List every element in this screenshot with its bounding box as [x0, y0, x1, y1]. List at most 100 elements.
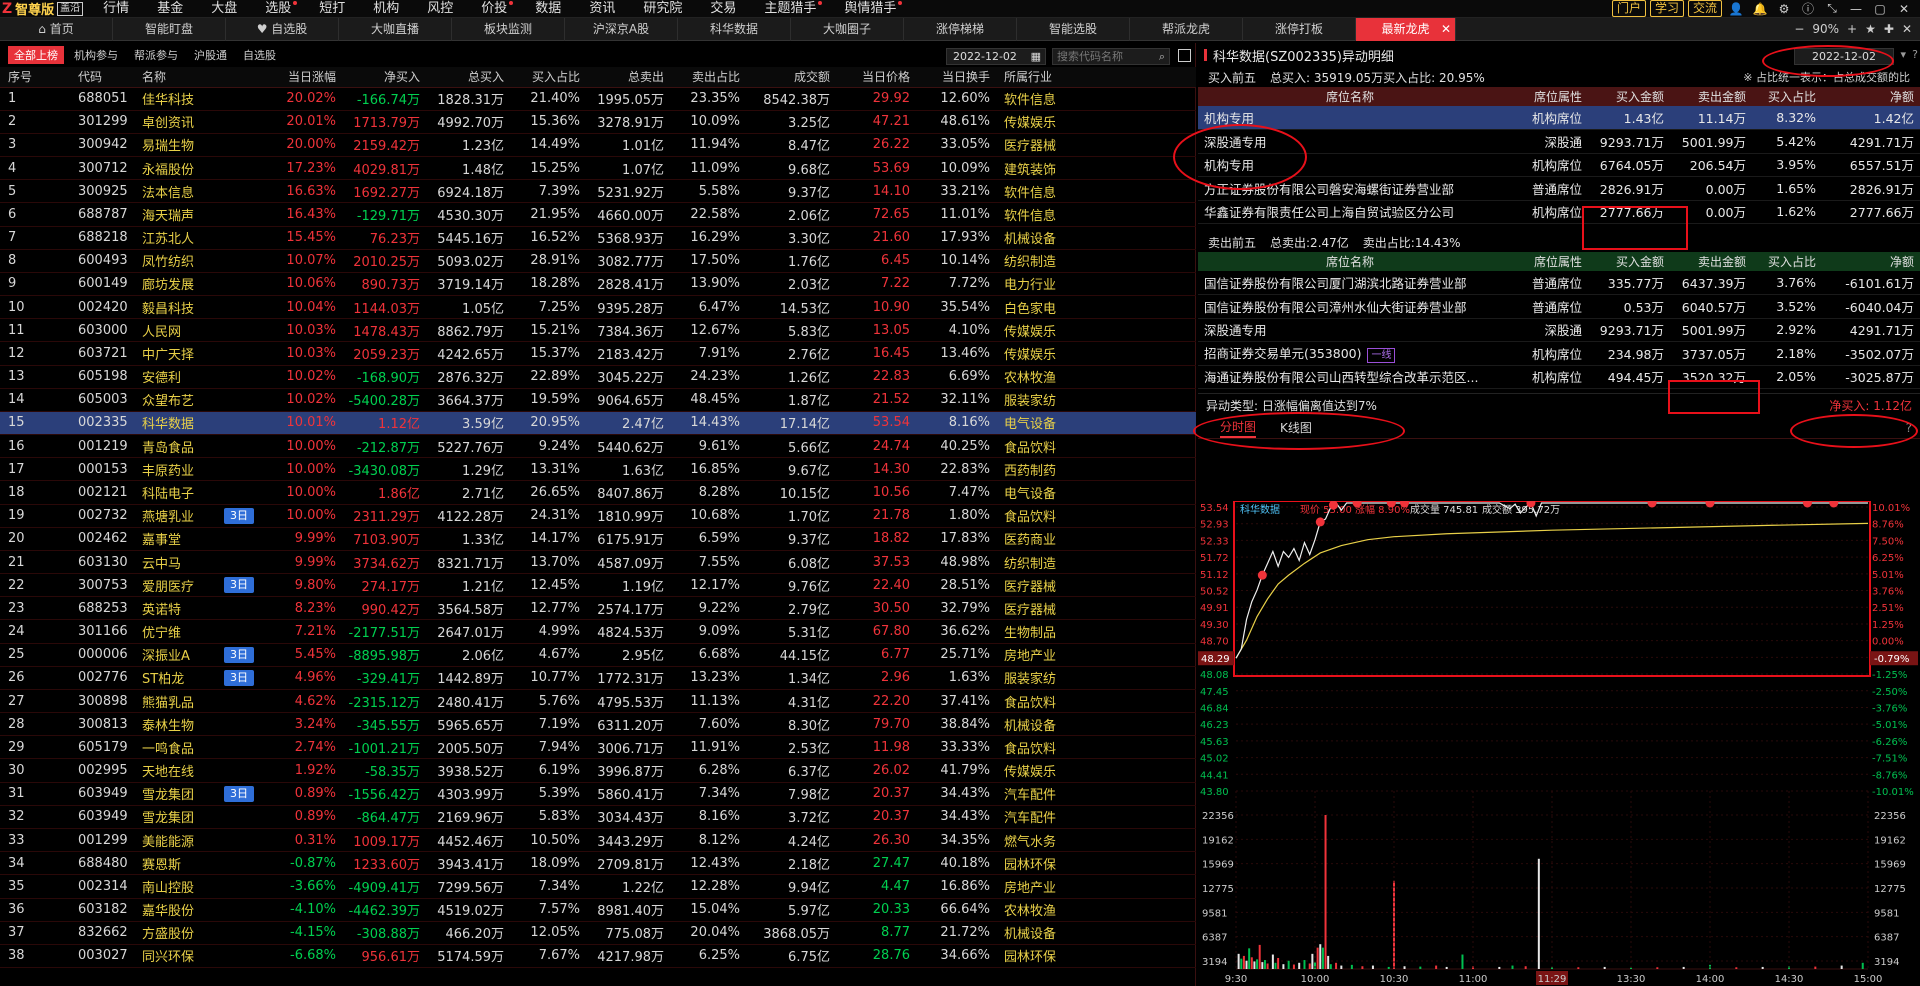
menu-item-3[interactable]: 选股 [251, 0, 305, 18]
table-row[interactable]: 27 300898 熊猫乳品 4.62% -2315.12万 2480.41万 5.76% 4… [0, 689, 1196, 714]
tab-2[interactable]: ♥ 自选股 [226, 18, 339, 41]
table-row[interactable]: 4 300712 永福股份 17.23% 4029.81万 1.48亿 15.25% 1.07… [0, 156, 1196, 181]
maximize-icon[interactable]: ▢ [1870, 2, 1890, 16]
table-row[interactable]: 10 002420 毅昌科技 10.04% 1144.03万 1.05亿 7.25% 9395… [0, 295, 1196, 320]
table-row[interactable]: 19 002732 燕塘乳业 3日 10.00% 2311.29万 4122.28万 24.3… [0, 504, 1196, 528]
layout-toggle-icon[interactable] [1178, 49, 1191, 62]
column-header[interactable]: 当日涨幅 [260, 67, 342, 88]
table-row[interactable]: 5 300925 法本信息 16.63% 1692.27万 6924.18万 7.39% 52… [0, 179, 1196, 204]
tab-9[interactable]: 智能选股 [1017, 18, 1130, 41]
portal-button[interactable]: 门户 [1611, 0, 1646, 17]
calendar-icon[interactable]: ▦ [1031, 49, 1041, 64]
menu-item-7[interactable]: 价投 [467, 0, 521, 18]
table-row[interactable]: 21 603130 云中马 9.99% 3734.62万 8321.71万 13.70% 45… [0, 550, 1196, 575]
exchange-button[interactable]: 交流 [1687, 0, 1722, 17]
table-row[interactable]: 13 605198 安德利 10.02% -168.90万 2876.32万 22.89% 3… [0, 365, 1196, 389]
table-row[interactable]: 6 688787 海天瑞声 16.43% -129.71万 4530.30万 21.95% 4… [0, 202, 1196, 227]
table-row[interactable]: 16 001219 青岛食品 10.00% -212.87万 5227.76万 9.24% 5… [0, 434, 1196, 459]
tab-12[interactable]: 最新龙虎 ✕ [1356, 18, 1456, 41]
tab-close-icon[interactable]: ✕ [1441, 18, 1451, 41]
help-icon[interactable]: ? [1912, 48, 1918, 61]
zoom-out-icon[interactable]: − [1794, 22, 1804, 36]
table-row[interactable]: 22 300753 爱朋医疗 3日 9.80% 274.17万 1.21亿 12.45% 1.1… [0, 573, 1196, 598]
table-row[interactable]: 24 301166 优宁维 7.21% -2177.51万 2647.01万 4.99% 48… [0, 619, 1196, 644]
column-header[interactable]: 所属行业 [996, 67, 1196, 88]
table-row[interactable]: 11 603000 人民网 10.03% 1478.43万 8862.79万 15.21% 7… [0, 318, 1196, 343]
seat-row[interactable]: 国信证券股份有限公司漳州水仙大街证券营业部 普通席位 0.53万 6040.57万 3.… [1198, 294, 1920, 319]
filter-tab-4[interactable]: 自选股 [237, 46, 282, 64]
table-row[interactable]: 37 832662 方盛股份 -4.15% -308.88万 466.20万 12.05% 7… [0, 921, 1196, 945]
table-row[interactable]: 12 603721 中广天择 10.03% 2059.23万 4242.65万 15.37%… [0, 341, 1196, 366]
menu-item-9[interactable]: 资讯 [575, 0, 629, 18]
table-row[interactable]: 30 002995 天地在线 1.92% -58.35万 3938.52万 6.19% 399… [0, 758, 1196, 783]
filter-tab-1[interactable]: 机构参与 [68, 46, 124, 64]
tab-1[interactable]: 智能盯盘 [113, 18, 226, 41]
date-dropdown-icon[interactable]: ▾ [1900, 48, 1906, 61]
table-row[interactable]: 33 001299 美能能源 0.31% 1009.17万 4452.46万 10.50% 3… [0, 828, 1196, 853]
tab-kline[interactable]: K线图 [1280, 419, 1312, 436]
search-icon[interactable]: ⌕ [1159, 49, 1165, 64]
table-row[interactable]: 32 603949 雪龙集团 0.89% -864.47万 2169.96万 5.83% 30… [0, 805, 1196, 830]
seat-row[interactable]: 深股通专用 深股通 9293.71万 5001.99万 2.92% 4291.71万 [1198, 318, 1920, 342]
column-header[interactable]: 名称 [134, 67, 216, 88]
event-marker[interactable] [1315, 517, 1325, 527]
tab-5[interactable]: 沪深京A股 [565, 18, 678, 41]
table-row[interactable]: 3 300942 易瑞生物 20.00% 2159.42万 1.23亿 14.49% 1.01… [0, 133, 1196, 158]
menu-item-4[interactable]: 短打 [305, 0, 359, 18]
intraday-chart[interactable]: 53.54 10.01% 52.93 8.76% 52.33 7.50% 51.72 6.25… [1198, 501, 1920, 986]
seat-row[interactable]: 招商证券交易单元(353800) 一线 机构席位 234.98万 3737.05万 2.1… [1198, 341, 1920, 366]
event-marker[interactable] [1257, 570, 1267, 580]
filter-tab-2[interactable]: 帮派参与 [128, 46, 184, 64]
seat-row[interactable]: 深股通专用 深股通 9293.71万 5001.99万 5.42% 4291.71万 [1198, 129, 1920, 154]
column-header[interactable] [216, 67, 260, 88]
filter-tab-0[interactable]: 全部上榜 [8, 46, 64, 64]
table-row[interactable]: 2 301299 卓创资讯 20.01% 1713.79万 4992.70万 15.36% 3… [0, 110, 1196, 134]
tab-close-icon[interactable]: ✕ [1902, 22, 1912, 36]
menu-item-1[interactable]: 基金 [143, 0, 197, 18]
table-row[interactable]: 17 000153 丰原药业 10.00% -3430.08万 1.29亿 13.31% 1.… [0, 457, 1196, 482]
table-row[interactable]: 31 603949 雪龙集团 3日 0.89% -1556.42万 4303.99万 5.39… [0, 782, 1196, 806]
tab-intraday[interactable]: 分时图 [1220, 418, 1257, 438]
table-row[interactable]: 20 002462 嘉事堂 9.99% 7103.90万 1.33亿 14.17% 6175.… [0, 527, 1196, 551]
date-picker[interactable]: 2022-12-02 ▦ [946, 48, 1046, 65]
menu-item-5[interactable]: 机构 [359, 0, 413, 18]
table-row[interactable]: 36 603182 嘉华股份 -4.10% -4462.39万 4519.02万 7.57%… [0, 898, 1196, 922]
menu-item-13[interactable]: 舆情猎手 [830, 0, 910, 18]
seat-row[interactable]: 方正证券股份有限公司磐安海螺街证券营业部 普通席位 2826.91万 0.00万 1.6… [1198, 176, 1920, 201]
zoom-in-icon[interactable]: + [1847, 22, 1857, 36]
seat-row[interactable]: 机构专用 机构席位 1.43亿 11.14万 8.32% 1.42亿 [1198, 106, 1920, 130]
table-row[interactable]: 14 605003 众望布艺 10.02% -5400.28万 3664.37万 19.59… [0, 388, 1196, 412]
seat-row[interactable]: 华鑫证券有限责任公司上海自贸试验区分公司 机构席位 2777.66万 0.00万 1.6… [1198, 200, 1920, 224]
column-header[interactable]: 序号 [0, 67, 70, 88]
table-row[interactable]: 15 002335 科华数据 10.01% 1.12亿 3.59亿 20.95% 2.47亿 1… [0, 411, 1196, 436]
tab-10[interactable]: 帮派龙虎 [1130, 18, 1243, 41]
restore-icon[interactable]: ⤡ [1822, 1, 1842, 16]
table-row[interactable]: 35 002314 南山控股 -3.66% -4909.41万 7299.56万 7.34%… [0, 874, 1196, 899]
column-header[interactable]: 净买入 [342, 67, 426, 88]
menu-item-6[interactable]: 风控 [413, 0, 467, 18]
table-row[interactable]: 23 688253 英诺特 8.23% 990.42万 3564.58万 12.77% 257… [0, 596, 1196, 621]
tab-11[interactable]: 涨停打板 [1243, 18, 1356, 41]
menu-item-10[interactable]: 研究院 [629, 0, 696, 18]
table-row[interactable]: 38 003027 同兴环保 -6.68% 956.61万 5174.59万 7.67% 42… [0, 944, 1196, 969]
menu-item-0[interactable]: 行情 [89, 0, 143, 18]
column-header[interactable]: 卖出占比 [670, 67, 746, 88]
table-row[interactable]: 18 002121 科陆电子 10.00% 1.86亿 2.71亿 26.65% 8407.8… [0, 480, 1196, 505]
seat-row[interactable]: 海通证券股份有限公司山西转型综合改革示范区... 机构席位 494.45万 3520.… [1198, 365, 1920, 389]
table-row[interactable]: 29 605179 一鸣食品 2.74% -1001.21万 2005.50万 7.94% 3… [0, 735, 1196, 760]
seat-row[interactable]: 机构专用 机构席位 6764.05万 206.54万 3.95% 6557.51万 [1198, 153, 1920, 177]
table-row[interactable]: 28 300813 泰林生物 3.24% -345.55万 5965.65万 7.19% 63… [0, 712, 1196, 737]
user-icon[interactable]: 👤 [1726, 2, 1746, 16]
tab-0[interactable]: ⌂ 首页 [0, 18, 113, 41]
column-header[interactable]: 总卖出 [586, 67, 670, 88]
column-header[interactable]: 当日价格 [836, 67, 916, 88]
chart-help-icon[interactable]: ? [1906, 421, 1912, 435]
menu-item-8[interactable]: 数据 [521, 0, 575, 18]
table-row[interactable]: 7 688218 江苏北人 15.45% 76.23万 5445.16万 16.52% 536… [0, 226, 1196, 250]
learn-button[interactable]: 学习 [1649, 0, 1684, 17]
close-icon[interactable]: ✕ [1894, 2, 1914, 16]
table-row[interactable]: 26 002776 ST柏龙 3日 4.96% -329.41万 1442.89万 10.77… [0, 666, 1196, 690]
bell-icon[interactable]: 🔔 [1750, 2, 1770, 16]
filter-tab-3[interactable]: 沪股通 [188, 46, 233, 64]
tab-4[interactable]: 板块监测 [452, 18, 565, 41]
